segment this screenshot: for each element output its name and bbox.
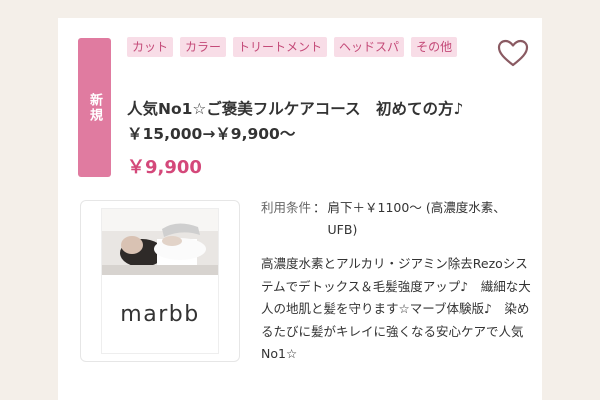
menu-card[interactable]: 新規 カット カラー トリートメント ヘッドスパ その他 人気No1☆ご褒美フル… xyxy=(58,18,542,400)
tag-treatment: トリートメント xyxy=(233,37,328,57)
usage-conditions: 利用条件 ： 肩下＋￥1100～ (高濃度水素、UFB) xyxy=(261,197,531,241)
menu-description: 高濃度水素とアルカリ・ジアミン除去Rezoシステムでデトックス＆毛髪強度アップ♪… xyxy=(261,256,531,361)
heart-svg xyxy=(497,39,529,67)
new-badge-label: 新規 xyxy=(87,92,102,123)
conditions-separator: ： xyxy=(313,200,326,215)
thumbnail-image: marbb xyxy=(102,209,218,353)
category-tags: カット カラー トリートメント ヘッドスパ その他 xyxy=(127,37,467,57)
tag-headspa: ヘッドスパ xyxy=(334,37,405,57)
brand-logo: marbb xyxy=(102,275,218,353)
new-customer-badge: 新規 xyxy=(78,38,111,177)
conditions-label: 利用条件 xyxy=(261,200,312,215)
marbb-logo: marbb xyxy=(120,302,199,327)
logo-text: marbb xyxy=(120,302,199,327)
tag-other: その他 xyxy=(411,37,458,57)
menu-title[interactable]: 人気No1☆ご褒美フルケアコース 初めての方♪ ￥15,000→￥9,900～ xyxy=(127,97,487,147)
salon-photo xyxy=(102,209,218,275)
menu-price: ￥9,900 xyxy=(127,157,202,178)
tag-cut: カット xyxy=(127,37,174,57)
tag-color: カラー xyxy=(180,37,227,57)
conditions-value: 肩下＋￥1100～ (高濃度水素、UFB) xyxy=(327,200,506,237)
heart-outline-icon[interactable] xyxy=(496,38,530,68)
menu-thumbnail[interactable]: marbb xyxy=(80,200,240,362)
